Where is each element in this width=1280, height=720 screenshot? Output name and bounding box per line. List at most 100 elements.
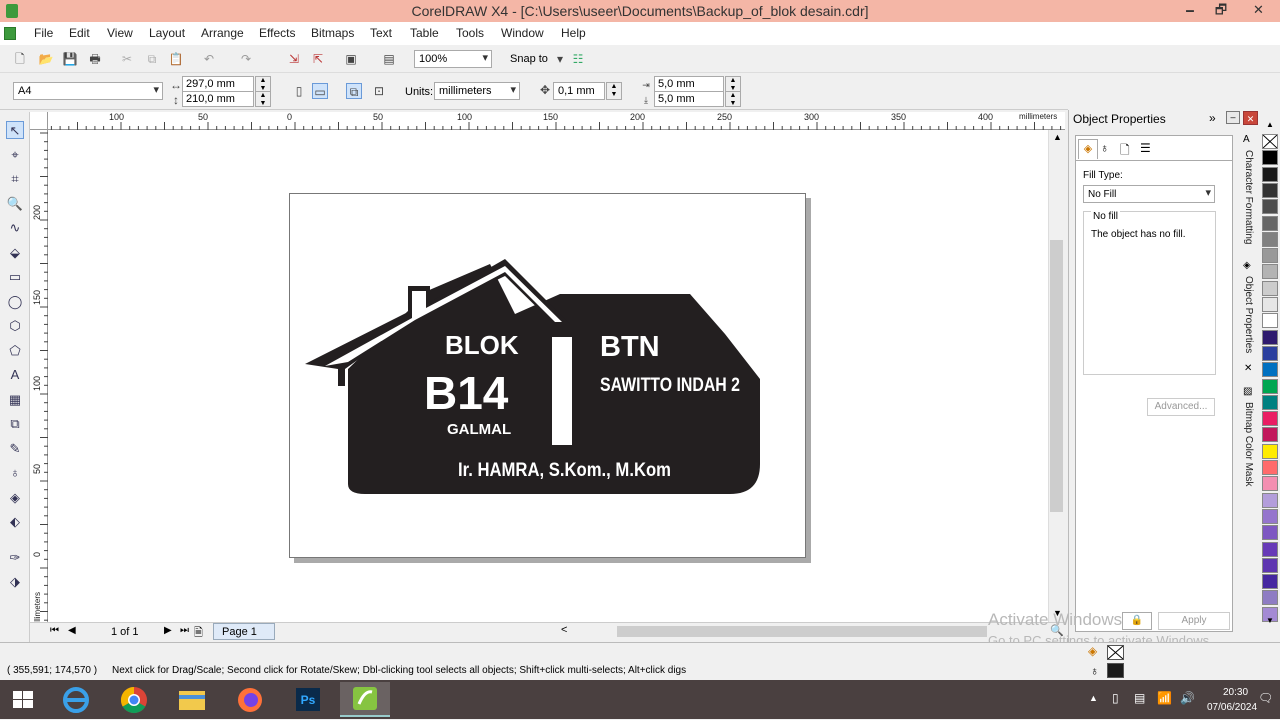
summary-tab-icon[interactable]: ☰ xyxy=(1140,141,1151,155)
docker-close-button[interactable]: ✕ xyxy=(1243,111,1258,125)
palette-swatch[interactable] xyxy=(1262,492,1278,508)
add-page-icon[interactable]: 🗎 xyxy=(194,624,203,643)
page-tab[interactable]: Page 1 xyxy=(213,623,275,640)
menu-layout[interactable]: Layout xyxy=(149,26,185,40)
smart-fill-tool-icon[interactable]: ⬙ xyxy=(6,244,24,262)
general-tab-icon[interactable]: 🗋 xyxy=(1120,141,1130,162)
document-icon[interactable] xyxy=(4,27,16,40)
cut-icon[interactable]: ✂ xyxy=(119,51,135,67)
palette-swatch[interactable] xyxy=(1262,362,1278,378)
height-spinner[interactable]: ▲ ▼ xyxy=(255,91,271,107)
save-icon[interactable]: 💾 xyxy=(62,51,78,67)
rectangle-tool-icon[interactable]: ▭ xyxy=(6,268,24,286)
fill-type-select[interactable]: No Fill xyxy=(1083,185,1215,203)
palette-swatch[interactable] xyxy=(1262,557,1278,573)
duplicate-y-spinner[interactable]: ▲ ▼ xyxy=(725,91,741,107)
no-color-swatch[interactable] xyxy=(1262,134,1278,149)
chrome-button[interactable] xyxy=(113,682,155,717)
menu-text[interactable]: Text xyxy=(370,26,392,40)
print-icon[interactable]: 🖶 xyxy=(87,51,103,67)
fill-tool-icon[interactable]: ◈ xyxy=(6,489,24,507)
menu-tools[interactable]: Tools xyxy=(456,26,484,40)
new-document-icon[interactable]: 🗋 xyxy=(12,51,28,67)
redo-icon[interactable]: ↷ xyxy=(238,51,254,67)
document-page[interactable]: BLOK B14 GALMAL BTN SAWITTO INDAH 2 Ir. … xyxy=(289,193,806,558)
welcome-screen-icon[interactable]: ▤ xyxy=(381,51,397,67)
zoom-tool-icon[interactable]: 🔍 xyxy=(6,195,24,213)
file-explorer-button[interactable] xyxy=(171,682,213,717)
palette-up-icon[interactable]: ▲ xyxy=(1266,120,1274,129)
horizontal-scroll-thumb[interactable] xyxy=(617,626,987,637)
minimize-button[interactable]: 🗕 xyxy=(1175,0,1205,22)
docker-minimize-button[interactable]: – xyxy=(1226,111,1240,124)
close-button[interactable]: ✕ xyxy=(1237,0,1280,22)
menu-bitmaps[interactable]: Bitmaps xyxy=(311,26,354,40)
palette-swatch[interactable] xyxy=(1262,150,1278,166)
coreldraw-button[interactable] xyxy=(340,682,390,717)
show-hidden-icons[interactable]: ▲ xyxy=(1089,693,1098,703)
open-icon[interactable]: 📂 xyxy=(38,51,54,67)
palette-swatch[interactable] xyxy=(1262,248,1278,264)
palette-swatch[interactable] xyxy=(1262,590,1278,606)
paste-icon[interactable]: 📋 xyxy=(168,51,184,67)
import-icon[interactable]: ⇲ xyxy=(286,51,302,67)
horizontal-ruler[interactable]: 100 50 0 50 100 150 200 250 300 350 400 … xyxy=(30,112,1065,130)
first-page-icon[interactable]: ⏮ xyxy=(50,625,59,636)
battery-icon[interactable]: ▯ xyxy=(1112,691,1119,705)
duplicate-y-input[interactable]: 5,0 mm xyxy=(654,91,724,107)
interactive-blend-tool-icon[interactable]: ⧉ xyxy=(6,415,24,433)
clock-time[interactable]: 20:30 xyxy=(1223,687,1248,698)
tab-close-icon[interactable]: ✕ xyxy=(1244,363,1252,374)
palette-swatch[interactable] xyxy=(1262,541,1278,557)
palette-swatch[interactable] xyxy=(1262,231,1278,247)
internet-explorer-button[interactable] xyxy=(55,682,97,717)
advanced-button[interactable]: Advanced... xyxy=(1147,398,1215,416)
palette-swatch[interactable] xyxy=(1262,443,1278,459)
firefox-button[interactable] xyxy=(229,682,271,717)
nudge-spinner[interactable]: ▲ ▼ xyxy=(606,82,622,100)
blok-label-design[interactable]: BLOK B14 GALMAL BTN SAWITTO INDAH 2 Ir. … xyxy=(290,194,807,559)
palette-swatch[interactable] xyxy=(1262,476,1278,492)
pick-tool-icon[interactable]: ↖ xyxy=(6,121,24,139)
restore-button[interactable]: 🗗 xyxy=(1206,0,1236,22)
object-properties-tab[interactable]: Object Properties xyxy=(1243,276,1254,353)
docker-expand-icon[interactable]: » xyxy=(1209,111,1216,125)
prev-page-icon[interactable]: ◀ xyxy=(68,625,76,636)
next-page-icon[interactable]: ▶ xyxy=(164,625,172,636)
lock-icon[interactable]: 🔒 xyxy=(1122,612,1152,630)
zoom-levels-select[interactable]: 100% xyxy=(414,50,492,68)
character-formatting-tab[interactable]: Character Formatting xyxy=(1243,150,1254,244)
vertical-scrollbar[interactable]: ▲ ▼ xyxy=(1048,130,1065,622)
palette-swatch[interactable] xyxy=(1262,280,1278,296)
copy-icon[interactable]: ⧉ xyxy=(144,51,160,67)
polygon-tool-icon[interactable]: ⬡ xyxy=(6,317,24,335)
eyedropper-tool-icon[interactable]: ✎ xyxy=(6,440,24,458)
duplicate-x-input[interactable]: 5,0 mm xyxy=(654,76,724,92)
palette-swatch[interactable] xyxy=(1262,297,1278,312)
paintbucket-icon[interactable]: ⬗ xyxy=(6,573,24,591)
menu-file[interactable]: File xyxy=(34,26,53,40)
page-height-input[interactable]: 210,0 mm xyxy=(182,91,254,107)
color-eyedropper-icon[interactable]: ✑ xyxy=(6,549,24,567)
palette-swatch[interactable] xyxy=(1262,378,1278,394)
freehand-tool-icon[interactable]: ∿ xyxy=(6,219,24,237)
application-launcher-icon[interactable]: ▣ xyxy=(343,51,359,67)
landscape-icon[interactable]: ▭ xyxy=(312,83,328,99)
crop-tool-icon[interactable]: ⌗ xyxy=(6,170,24,188)
interactive-fill-tool-icon[interactable]: ⬖ xyxy=(6,513,24,531)
units-select[interactable]: millimeters xyxy=(434,82,520,100)
snap-dropdown-icon[interactable]: ▾ xyxy=(552,51,568,67)
palette-swatch[interactable] xyxy=(1262,182,1278,198)
all-pages-icon[interactable]: ⧉ xyxy=(346,83,362,99)
outline-tab-icon[interactable]: ♁ xyxy=(1100,141,1109,155)
palette-swatch[interactable] xyxy=(1262,264,1278,280)
menu-arrange[interactable]: Arrange xyxy=(201,26,244,40)
bitmap-color-mask-tab[interactable]: Bitmap Color Mask xyxy=(1243,402,1254,486)
start-button[interactable] xyxy=(0,682,46,717)
palette-swatch[interactable] xyxy=(1262,525,1278,541)
scroll-left-icon[interactable]: < xyxy=(561,624,567,636)
fill-swatch-none[interactable] xyxy=(1107,645,1124,660)
menu-help[interactable]: Help xyxy=(561,26,586,40)
menu-effects[interactable]: Effects xyxy=(259,26,295,40)
options-icon[interactable]: ☷ xyxy=(570,51,586,67)
